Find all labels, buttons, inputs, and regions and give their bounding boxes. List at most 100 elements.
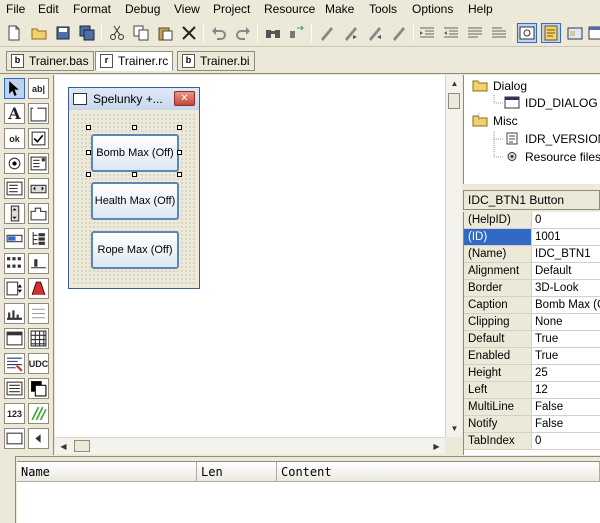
property-row[interactable]: Enabled True [464, 348, 600, 365]
menu-help[interactable]: Help [468, 2, 493, 16]
scroll-up-icon[interactable]: ▲ [446, 75, 463, 92]
checkbox-tool-icon[interactable] [28, 128, 49, 149]
property-row[interactable]: Clipping None [464, 314, 600, 331]
radio-tool-icon[interactable] [4, 153, 25, 174]
resource-view-icon[interactable] [565, 23, 585, 43]
animation-tool-icon[interactable] [28, 278, 49, 299]
menu-project[interactable]: Project [213, 2, 250, 16]
richedit-tool-icon[interactable] [4, 353, 25, 374]
bomb-max-button[interactable]: Bomb Max (Off) [91, 134, 179, 172]
shape-tool-icon[interactable] [28, 378, 49, 399]
property-row[interactable]: (Name) IDC_BTN1 [464, 246, 600, 263]
menu-tools[interactable]: Tools [369, 2, 397, 16]
property-row[interactable]: MultiLine False [464, 399, 600, 416]
property-value[interactable]: Bomb Max (O [535, 297, 600, 313]
hotkey-tool-icon[interactable] [28, 303, 49, 324]
property-row[interactable]: Border 3D-Look [464, 280, 600, 297]
rebar-tool-icon[interactable] [4, 303, 25, 324]
property-value[interactable]: 0 [535, 433, 600, 449]
property-value[interactable]: Default [535, 263, 600, 279]
bookmark-next-icon[interactable] [341, 23, 361, 43]
selection-handle[interactable] [177, 150, 182, 155]
output-pane-gripper[interactable] [0, 456, 16, 523]
image-tool-icon[interactable] [4, 328, 25, 349]
uncomment-icon[interactable] [489, 23, 509, 43]
redo-icon[interactable] [233, 23, 253, 43]
property-value[interactable]: False [535, 416, 600, 432]
trackbar-tool-icon[interactable] [28, 253, 49, 274]
close-icon[interactable]: ✕ [174, 91, 195, 106]
column-header-name[interactable]: Name [17, 462, 197, 482]
cut-icon[interactable] [107, 23, 127, 43]
grid-tool-icon[interactable] [28, 328, 49, 349]
comment-icon[interactable] [465, 23, 485, 43]
undo-icon[interactable] [209, 23, 229, 43]
combobox-tool-icon[interactable] [28, 153, 49, 174]
toolbox-scroll-icon[interactable] [28, 428, 49, 449]
selection-handle[interactable] [177, 172, 182, 177]
progress-tool-icon[interactable] [4, 228, 25, 249]
selection-handle[interactable] [86, 125, 91, 130]
tab-control-tool-icon[interactable] [28, 203, 49, 224]
selection-handle[interactable] [132, 172, 137, 177]
delete-icon[interactable] [179, 23, 199, 43]
static-text-tool-icon[interactable]: A [4, 103, 25, 124]
preview-icon[interactable] [517, 23, 537, 43]
datetime-tool-icon[interactable] [4, 378, 25, 399]
replace-icon[interactable] [287, 23, 307, 43]
menu-debug[interactable]: Debug [125, 2, 160, 16]
properties-icon[interactable] [541, 23, 561, 43]
open-folder-icon[interactable] [29, 23, 49, 43]
menu-make[interactable]: Make [325, 2, 354, 16]
tab-trainer-bi[interactable]: b Trainer.bi [177, 51, 255, 71]
property-row[interactable]: (HelpID) 0 [464, 212, 600, 229]
property-value[interactable]: 25 [535, 365, 600, 381]
treeview-tool-icon[interactable] [28, 228, 49, 249]
property-row[interactable]: (ID) 1001 [464, 229, 600, 246]
bookmark-prev-icon[interactable] [365, 23, 385, 43]
property-value[interactable]: True [535, 331, 600, 347]
menu-resource[interactable]: Resource [264, 2, 315, 16]
rope-max-button[interactable]: Rope Max (Off) [91, 231, 179, 269]
selection-handle[interactable] [86, 150, 91, 155]
updown-combo-tool-icon[interactable] [4, 278, 25, 299]
selection-handle[interactable] [86, 172, 91, 177]
hscrollbar-tool-icon[interactable] [28, 178, 49, 199]
property-row[interactable]: Default True [464, 331, 600, 348]
output-view-icon[interactable] [586, 23, 600, 43]
button-tool[interactable]: ok [4, 128, 25, 149]
canvas-vertical-scrollbar[interactable]: ▲ ▼ [445, 75, 462, 437]
save-all-icon[interactable] [77, 23, 97, 43]
property-value[interactable]: None [535, 314, 600, 330]
find-icon[interactable] [263, 23, 283, 43]
menu-options[interactable]: Options [412, 2, 453, 16]
dialog-preview[interactable]: Spelunky +... ✕ Bomb Max (Off) Health Ma… [68, 87, 200, 289]
listview-tool-icon[interactable] [4, 253, 25, 274]
custom-tool-icon[interactable] [4, 428, 25, 449]
property-row[interactable]: Left 12 [464, 382, 600, 399]
menu-file[interactable]: File [6, 2, 25, 16]
health-max-button[interactable]: Health Max (Off) [91, 182, 179, 220]
property-row[interactable]: Caption Bomb Max (O [464, 297, 600, 314]
scroll-thumb[interactable] [74, 440, 90, 452]
vscrollbar-tool-icon[interactable] [4, 203, 25, 224]
paste-icon[interactable] [155, 23, 175, 43]
scroll-right-icon[interactable]: ▶ [428, 438, 445, 455]
property-row[interactable]: Notify False [464, 416, 600, 433]
property-value[interactable]: False [535, 399, 600, 415]
scroll-left-icon[interactable]: ◀ [55, 438, 72, 455]
group-box-tool-icon[interactable] [28, 103, 49, 124]
save-icon[interactable] [53, 23, 73, 43]
new-file-icon[interactable] [4, 23, 24, 43]
property-value[interactable]: 0 [535, 212, 600, 228]
column-header-content[interactable]: Content [277, 462, 600, 482]
property-row[interactable]: Alignment Default [464, 263, 600, 280]
scroll-down-icon[interactable]: ▼ [446, 420, 463, 437]
selection-handle[interactable] [132, 125, 137, 130]
tab-trainer-bas[interactable]: b Trainer.bas [6, 51, 94, 71]
property-value[interactable]: 12 [535, 382, 600, 398]
column-header-len[interactable]: Len [197, 462, 277, 482]
canvas-horizontal-scrollbar[interactable]: ◀ ▶ [55, 437, 445, 454]
number-tool[interactable]: 123 [4, 403, 25, 424]
bookmark-icon[interactable] [317, 23, 337, 43]
